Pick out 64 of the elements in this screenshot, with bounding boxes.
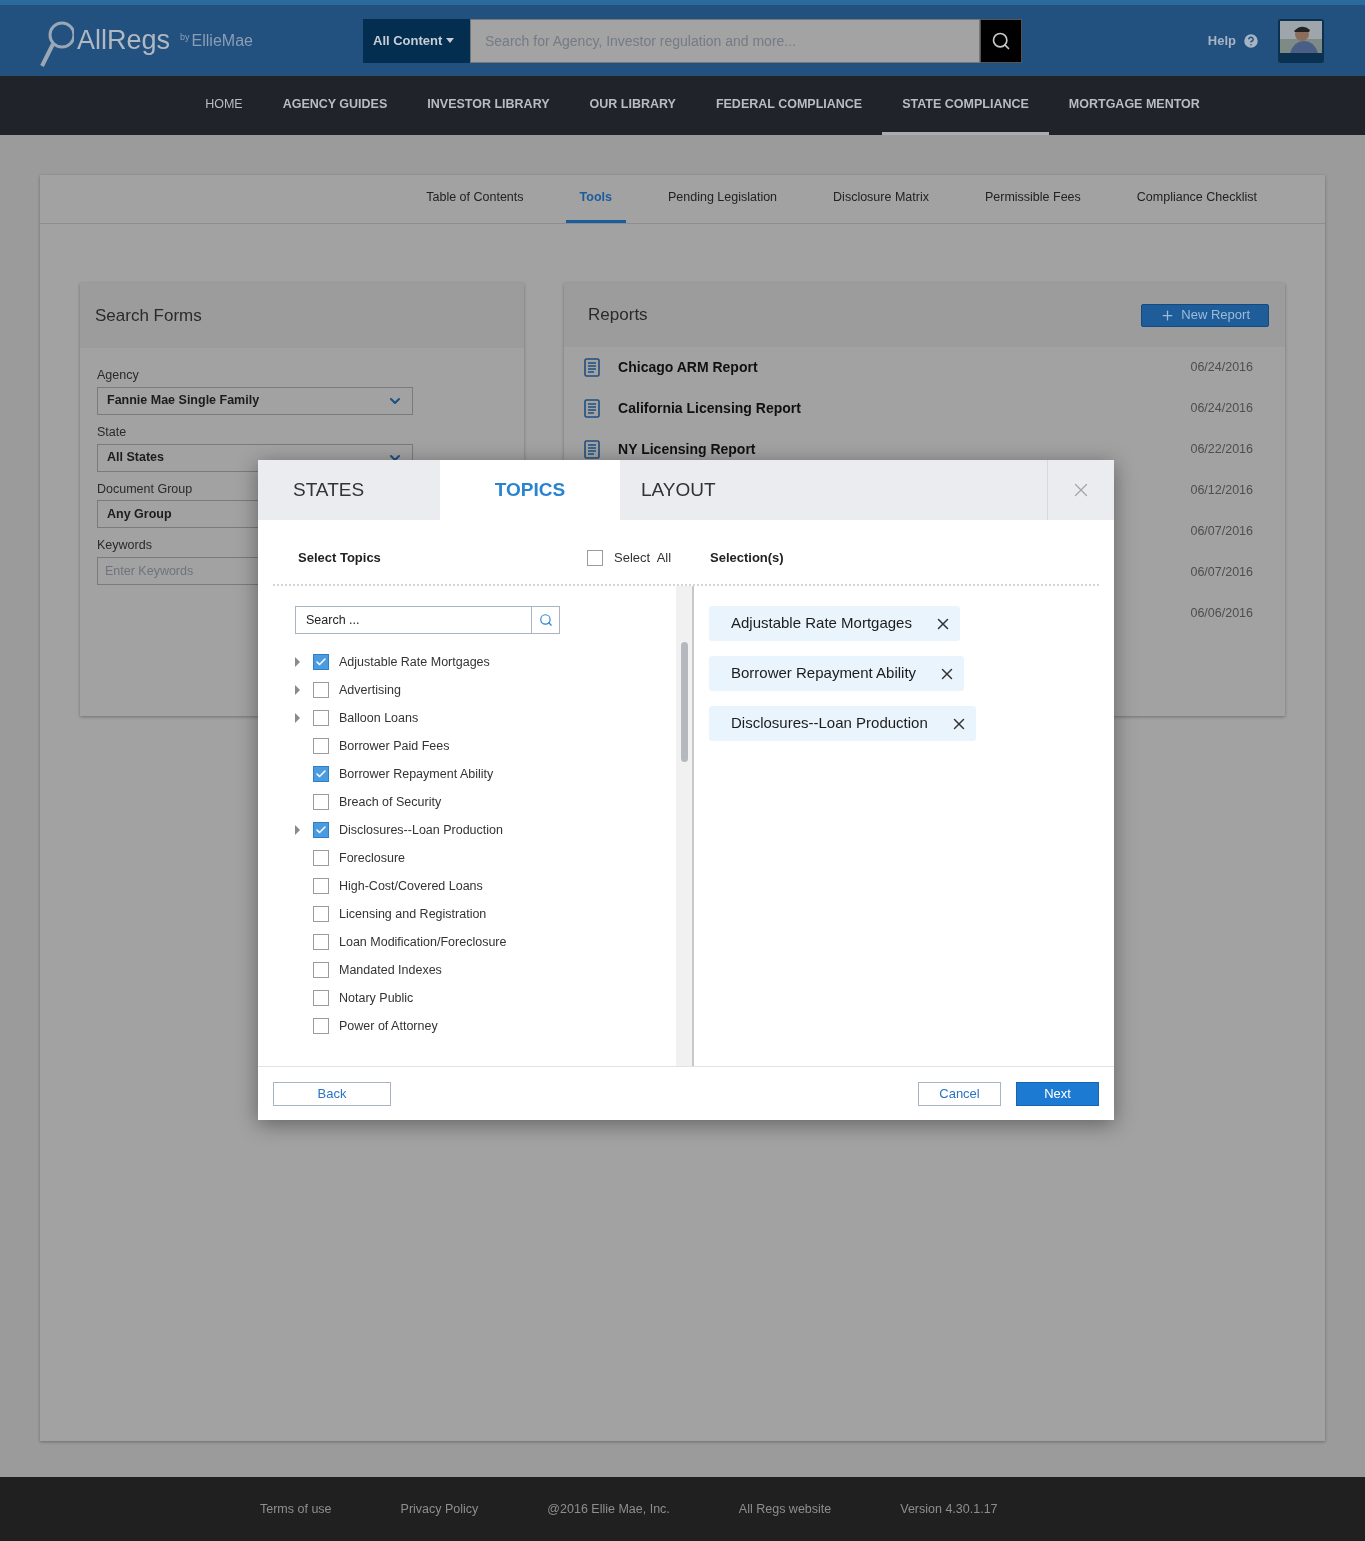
topic-label[interactable]: Advertising [339,680,401,700]
topic-label[interactable]: Borrower Paid Fees [339,736,450,756]
field-label: Keywords [97,537,152,555]
logo-by: by [180,30,190,44]
nav-link[interactable]: OUR LIBRARY [569,76,696,135]
nav-link[interactable]: INVESTOR LIBRARY [407,76,570,135]
select-field[interactable]: Fannie Mae Single Family [97,386,413,415]
footer-link[interactable]: All Regs website [738,1499,832,1519]
panel-title: Reports [588,304,648,327]
help-link[interactable]: Help [1207,30,1236,51]
report-link[interactable]: Chicago ARM Report [618,357,758,378]
topic-label[interactable]: Foreclosure [339,848,405,868]
topic-label[interactable]: Mandated Indexes [339,960,442,980]
section-heading: Selection(s) [710,549,784,568]
report-date: 06/12/2016 [1190,482,1253,500]
field-label: Document Group [97,480,193,498]
footer-link[interactable]: Privacy Policy [400,1499,479,1519]
brand-text: EllieMae [191,30,253,51]
topic-label[interactable]: Balloon Loans [339,708,419,728]
selection-chip: Adjustable Rate Mortgages [709,606,960,641]
back-button[interactable]: Back [273,1081,391,1106]
panel-title: Search Forms [95,304,202,327]
nav-link[interactable]: MORTGAGE MENTOR [1048,76,1220,135]
report-date: 06/24/2016 [1190,400,1253,418]
page-tab[interactable]: Table of Contents [412,175,538,223]
page-tab[interactable]: Disclosure Matrix [819,175,943,223]
topic-label[interactable]: Borrower Repayment Ability [339,764,494,784]
report-date: 06/24/2016 [1190,359,1253,377]
nav-link[interactable]: FEDERAL COMPLIANCE [695,76,883,135]
selection-chip: Borrower Repayment Ability [709,656,965,691]
report-date: 06/07/2016 [1190,523,1253,541]
topic-label[interactable]: Disclosures--Loan Production [339,820,503,840]
topic-label[interactable]: Power of Attorney [339,1016,438,1036]
step-tab[interactable]: LAYOUT [620,460,1047,520]
next-button[interactable]: Next [1016,1081,1099,1106]
footer-link[interactable]: @2016 Ellie Mae, Inc. [547,1499,670,1519]
report-date: 06/22/2016 [1190,441,1253,459]
topic-label[interactable]: High-Cost/Covered Loans [339,876,483,896]
cancel-button[interactable]: Cancel [918,1081,1001,1106]
topic-label[interactable]: Breach of Security [339,792,442,812]
nav-link[interactable]: STATE COMPLIANCE [882,76,1049,135]
page-tab[interactable]: Pending Legislation [653,175,792,223]
page-tab[interactable]: Compliance Checklist [1122,175,1271,223]
report-date: 06/06/2016 [1190,605,1253,623]
topic-label[interactable]: Notary Public [339,988,414,1008]
page-tab[interactable]: Permissible Fees [970,175,1095,223]
footer-link[interactable]: Terms of use [260,1499,332,1519]
nav-link[interactable]: HOME [185,76,263,135]
topic-label[interactable]: Adjustable Rate Mortgages [339,652,490,672]
field-label: Agency [97,367,139,384]
topic-search-field[interactable]: Search ... [295,606,532,634]
selection-chip: Disclosures--Loan Production [709,706,976,741]
topic-label[interactable]: Licensing and Registration [339,904,487,924]
topic-label[interactable]: Loan Modification/Foreclosure [339,932,507,952]
step-tab[interactable]: TOPICS [440,460,620,520]
report-date: 06/07/2016 [1190,564,1253,582]
report-link[interactable]: NY Licensing Report [618,439,756,460]
field-label: State [97,423,127,441]
logo-text: AllRegs [77,24,171,58]
nav-link[interactable]: AGENCY GUIDES [262,76,408,135]
content-filter-dropdown[interactable]: All Content [363,18,470,63]
select-all-label[interactable]: Select All [614,548,672,568]
report-link[interactable]: California Licensing Report [618,398,801,419]
footer-link[interactable]: Version 4.30.1.17 [900,1499,998,1519]
